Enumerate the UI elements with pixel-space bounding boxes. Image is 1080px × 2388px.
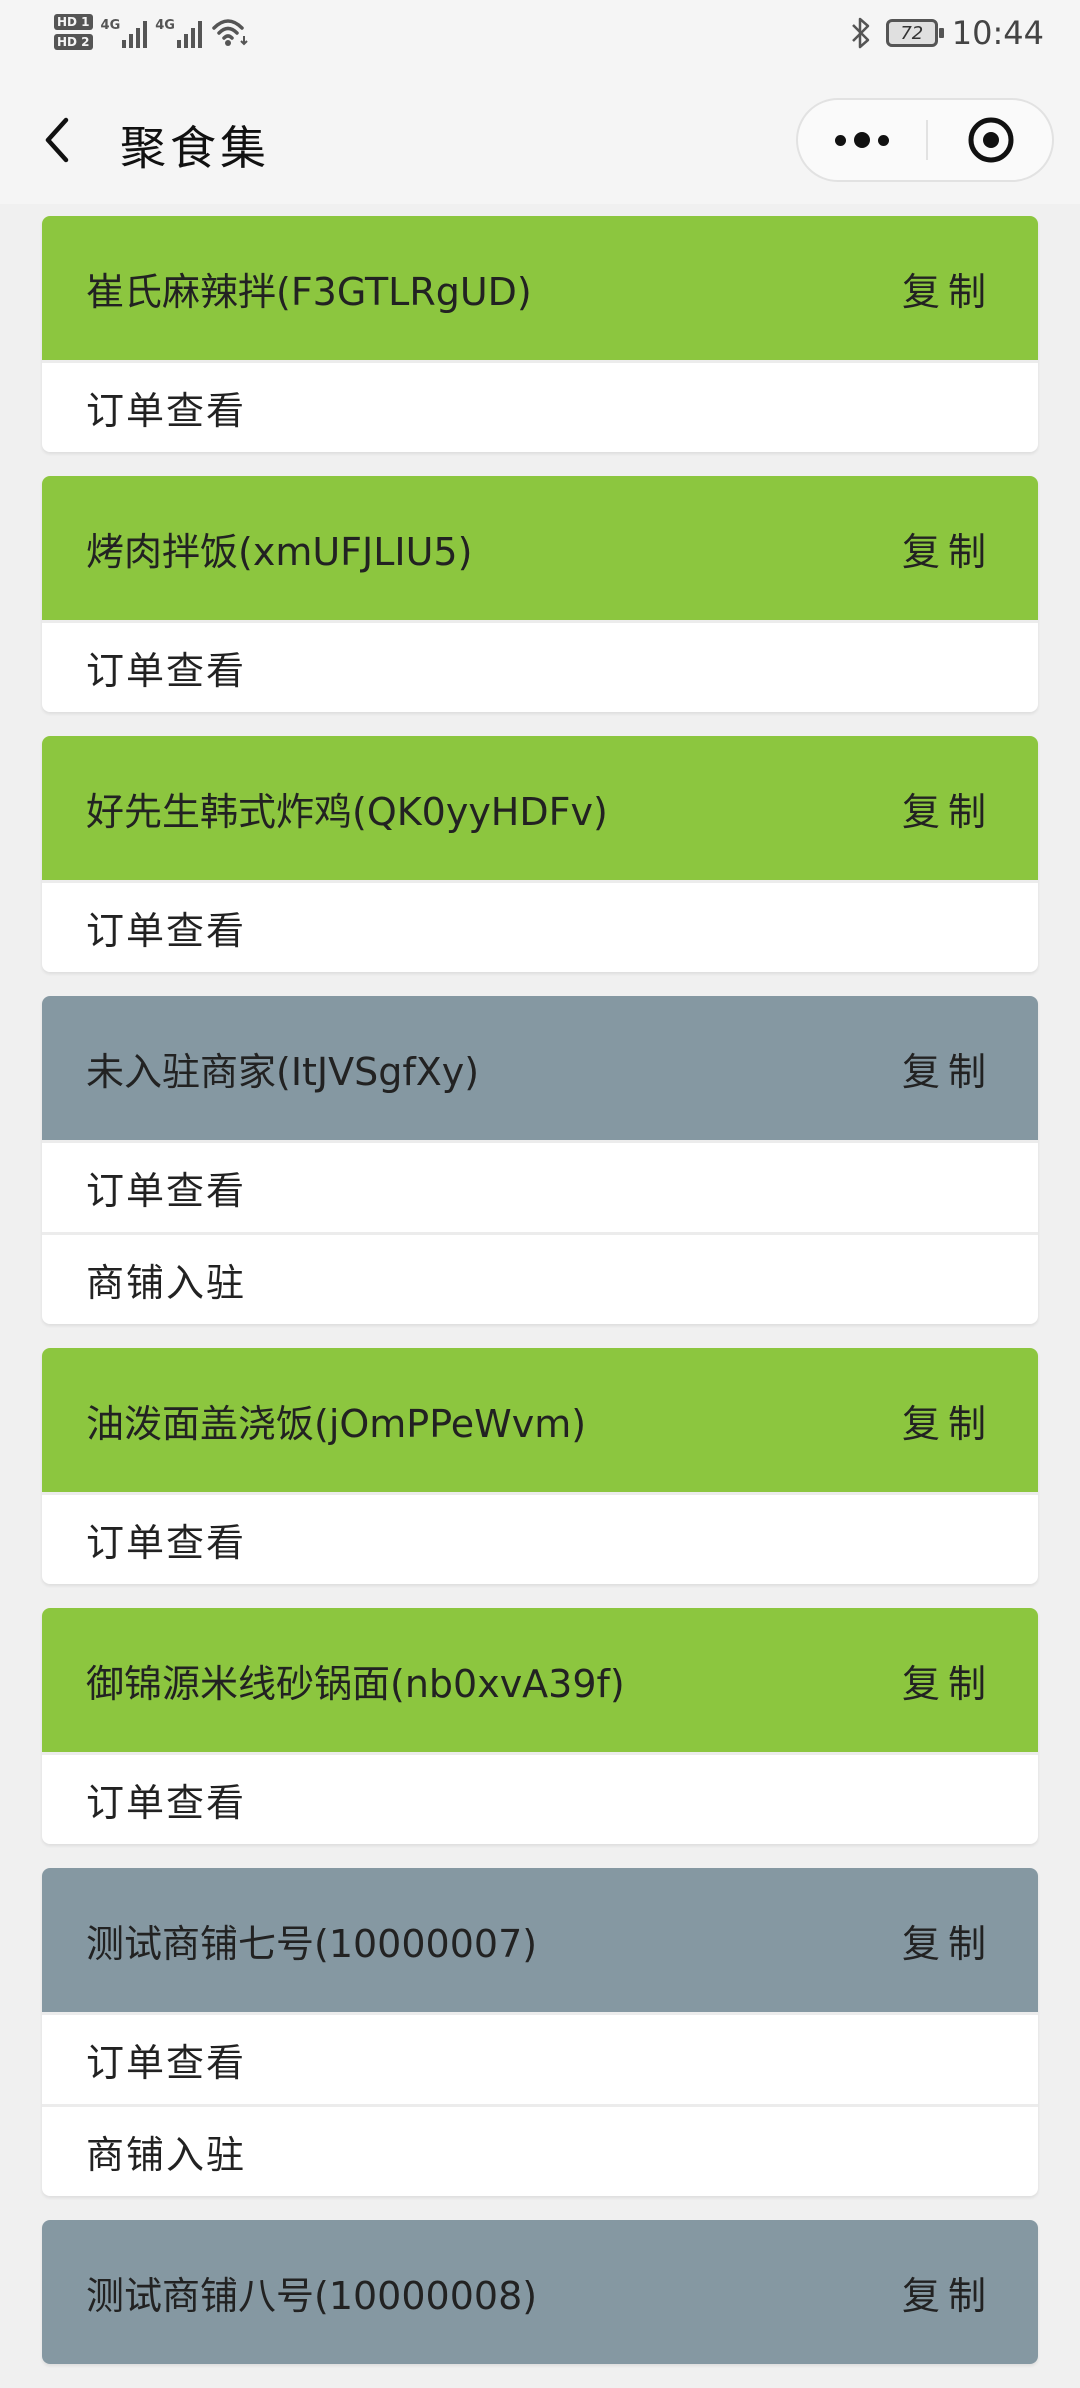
clock: 10:44 — [951, 14, 1044, 52]
shop-onboarding-link[interactable]: 商铺入驻 — [42, 2104, 1038, 2196]
shop-name: 未入驻商家(ItJVSgfXy) — [86, 1049, 480, 1094]
sim1-label: HD 1 — [54, 14, 93, 30]
view-orders-link[interactable]: 订单查看 — [42, 1140, 1038, 1232]
shop-card: 测试商铺八号(10000008) 复制 — [42, 2220, 1038, 2364]
view-orders-link[interactable]: 订单查看 — [42, 880, 1038, 972]
view-orders-link[interactable]: 订单查看 — [42, 620, 1038, 712]
signal-2: 4G — [155, 12, 202, 52]
mini-program-capsule — [796, 98, 1054, 182]
more-dot-icon — [854, 132, 870, 148]
shop-card-header: 好先生韩式炸鸡(QK0yyHDFv) 复制 — [42, 736, 1038, 880]
view-orders-link[interactable]: 订单查看 — [42, 1752, 1038, 1844]
battery-level: 72 — [900, 22, 924, 44]
network-type-2: 4G — [155, 18, 175, 33]
status-bar-left: HD 1 HD 2 4G 4G — [54, 12, 250, 52]
shop-card-header: 测试商铺七号(10000007) 复制 — [42, 1868, 1038, 2012]
close-mini-program-button[interactable] — [928, 100, 1054, 180]
shop-list: 崔氏麻辣拌(F3GTLRgUD) 复制 订单查看 烤肉拌饭(xmUFJLIU5) 复制订… — [42, 216, 1038, 2388]
copy-button[interactable]: 复制 — [902, 1913, 994, 1968]
status-bar-right: 72 10:44 — [850, 14, 1044, 52]
shop-name: 油泼面盖浇饭(jOmPPeWvm) — [86, 1401, 587, 1446]
shop-card-header: 未入驻商家(ItJVSgfXy) 复制 — [42, 996, 1038, 1140]
shop-name: 测试商铺八号(10000008) — [86, 2273, 538, 2318]
shop-card-header: 油泼面盖浇饭(jOmPPeWvm) 复制 — [42, 1348, 1038, 1492]
signal-bars-2-icon — [176, 18, 202, 48]
more-dot-icon — [878, 134, 889, 146]
signal-bars-1-icon — [122, 18, 148, 48]
wifi-icon — [212, 19, 248, 46]
shop-card-header: 烤肉拌饭(xmUFJLIU5) 复制 — [42, 476, 1038, 620]
view-orders-link[interactable]: 订单查看 — [42, 360, 1038, 452]
shop-card: 测试商铺七号(10000007) 复制订单查看 商铺入驻 — [42, 1868, 1038, 2196]
battery-icon: 72 — [885, 19, 944, 47]
shop-card: 御锦源米线砂锅面(nb0xvA39f) 复制订单查看 — [42, 1608, 1038, 1844]
signal-1: 4G — [101, 12, 148, 52]
copy-button[interactable]: 复制 — [902, 1041, 994, 1096]
shop-name: 御锦源米线砂锅面(nb0xvA39f) — [86, 1661, 625, 1706]
bluetooth-icon — [851, 17, 870, 49]
target-icon — [968, 117, 1014, 163]
shop-name: 烤肉拌饭(xmUFJLIU5) — [86, 529, 473, 574]
page-title: 聚食集 — [120, 121, 270, 175]
shop-card: 油泼面盖浇饭(jOmPPeWvm) 复制订单查看 — [42, 1348, 1038, 1584]
view-orders-link[interactable]: 订单查看 — [42, 2012, 1038, 2104]
shop-name: 测试商铺七号(10000007) — [86, 1921, 538, 1966]
shop-name: 崔氏麻辣拌(F3GTLRgUD) — [86, 269, 532, 314]
sim-indicators: HD 1 HD 2 — [54, 14, 93, 50]
shop-onboarding-link[interactable]: 商铺入驻 — [42, 1232, 1038, 1324]
copy-button[interactable]: 复制 — [902, 261, 994, 316]
network-type-1: 4G — [100, 18, 121, 33]
copy-button[interactable]: 复制 — [902, 521, 994, 576]
shop-card: 烤肉拌饭(xmUFJLIU5) 复制订单查看 — [42, 476, 1038, 712]
chevron-left-icon — [45, 117, 69, 163]
back-button[interactable] — [40, 116, 80, 164]
sim1-badge: HD 1 — [54, 14, 93, 30]
title-bar: 聚食集 — [0, 76, 1080, 204]
copy-button[interactable]: 复制 — [902, 781, 994, 836]
shop-card: 好先生韩式炸鸡(QK0yyHDFv) 复制订单查看 — [42, 736, 1038, 972]
view-orders-link[interactable]: 订单查看 — [42, 1492, 1038, 1584]
shop-card-header: 御锦源米线砂锅面(nb0xvA39f) 复制 — [42, 1608, 1038, 1752]
copy-button[interactable]: 复制 — [902, 1653, 994, 1708]
shop-card-header: 崔氏麻辣拌(F3GTLRgUD) 复制 — [42, 216, 1038, 360]
shop-card: 崔氏麻辣拌(F3GTLRgUD) 复制订单查看 — [42, 216, 1038, 452]
copy-button[interactable]: 复制 — [902, 2265, 994, 2320]
more-dot-icon — [835, 134, 846, 146]
sim2-label: HD 2 — [54, 34, 93, 50]
more-button[interactable] — [798, 100, 926, 180]
status-bar: HD 1 HD 2 4G 4G 72 10:44 — [0, 0, 1080, 76]
shop-card-header: 测试商铺八号(10000008) 复制 — [42, 2220, 1038, 2364]
shop-card: 未入驻商家(ItJVSgfXy) 复制订单查看 商铺入驻 — [42, 996, 1038, 1324]
shop-name: 好先生韩式炸鸡(QK0yyHDFv) — [86, 789, 608, 834]
sim2-badge: HD 2 — [54, 34, 93, 50]
copy-button[interactable]: 复制 — [902, 1393, 994, 1448]
